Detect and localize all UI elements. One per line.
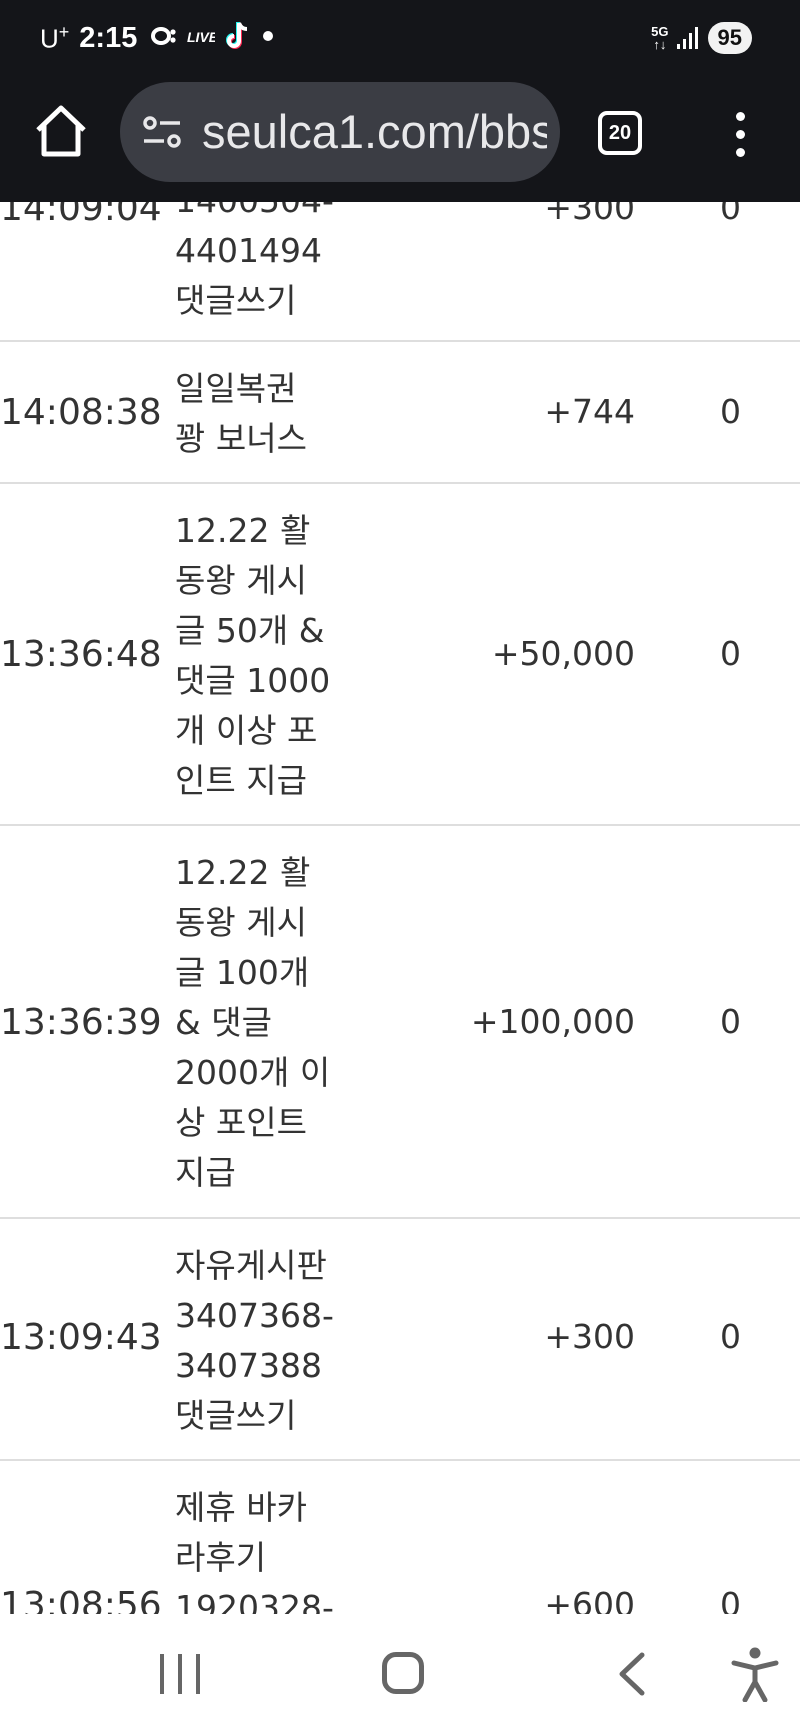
network-5g-icon: 5G ↑↓ [651, 24, 669, 52]
table-row: 14:08:38 일일복권 꽝 보너스 +744 0 [0, 342, 800, 484]
row-balance: 0 [720, 1585, 741, 1614]
browser-chrome: U+ 2:15 LIVE 5G ↑↓ 95 [0, 0, 800, 202]
row-time: 14:09:04 [0, 202, 162, 229]
dot-icon [261, 29, 275, 48]
live-icon: LIVE [187, 25, 219, 52]
system-navigation-bar [0, 1614, 800, 1734]
row-points: +300 [544, 202, 635, 227]
row-time: 13:36:48 [0, 634, 162, 675]
recent-apps-icon[interactable] [160, 1654, 200, 1694]
battery-indicator: 95 [707, 22, 752, 54]
carrier-label: U+ [40, 21, 70, 54]
site-settings-icon[interactable] [142, 114, 182, 150]
accessibility-icon[interactable] [728, 1646, 782, 1703]
row-balance: 0 [720, 1002, 741, 1041]
row-time: 13:08:56 [0, 1585, 162, 1614]
home-nav-icon[interactable] [382, 1652, 424, 1694]
row-balance: 0 [720, 1317, 741, 1356]
signal-icon [676, 27, 698, 49]
talk-icon [151, 25, 177, 52]
table-row: 13:36:48 12.22 활 동왕 게시 글 50개 & 댓글 1000 개 이상… [0, 484, 800, 826]
row-description: 일일복권 꽝 보너스 [175, 369, 307, 458]
svg-text:LIVE: LIVE [187, 29, 215, 45]
address-bar[interactable]: seulca1.com/bbs [120, 82, 560, 182]
table-row: 13:08:56 제휴 바카 라후기 1920328- +600 0 [0, 1461, 800, 1614]
row-description: 12.22 활 동왕 게시 글 50개 & 댓글 1000 개 이상 포 인트 지급 [175, 511, 331, 800]
tab-switcher-button[interactable]: 20 [598, 111, 642, 155]
row-points: +744 [544, 392, 635, 431]
clock: 2:15 [79, 21, 138, 54]
row-description: 12.22 활 동왕 게시 글 100개 & 댓글 2000개 이상 포인트 지급 [175, 853, 331, 1192]
row-description: 1400504-4401494댓글쓰기 [175, 202, 334, 320]
row-points: +100,000 [470, 1002, 635, 1041]
row-points: +50,000 [491, 634, 635, 673]
home-icon [36, 105, 86, 157]
point-history-table: 14:09:04 1400504-4401494댓글쓰기 +300 0 14:0… [0, 202, 800, 1614]
row-points: +300 [544, 1317, 635, 1356]
table-row: 13:09:43 자유게시판 3407368- 3407388 댓글쓰기 +300 … [0, 1219, 800, 1461]
row-points: +600 [544, 1585, 635, 1614]
row-time: 14:08:38 [0, 392, 162, 433]
row-description: 자유게시판 3407368- 3407388 댓글쓰기 [175, 1246, 334, 1435]
back-icon[interactable] [612, 1651, 652, 1697]
status-bar: U+ 2:15 LIVE 5G ↑↓ 95 [0, 0, 800, 75]
table-row: 14:09:04 1400504-4401494댓글쓰기 +300 0 [0, 202, 800, 342]
url-text[interactable]: seulca1.com/bbs [202, 104, 547, 160]
row-balance: 0 [720, 202, 741, 227]
row-time: 13:36:39 [0, 1002, 162, 1043]
row-balance: 0 [720, 634, 741, 673]
row-description: 제휴 바카 라후기 1920328- [175, 1488, 334, 1614]
home-button[interactable] [30, 100, 92, 162]
tiktok-icon [225, 21, 251, 56]
more-menu-icon[interactable] [728, 112, 752, 158]
row-balance: 0 [720, 392, 741, 431]
table-row: 13:36:39 12.22 활 동왕 게시 글 100개 & 댓글 2000개 이상… [0, 826, 800, 1219]
row-time: 13:09:43 [0, 1317, 162, 1358]
